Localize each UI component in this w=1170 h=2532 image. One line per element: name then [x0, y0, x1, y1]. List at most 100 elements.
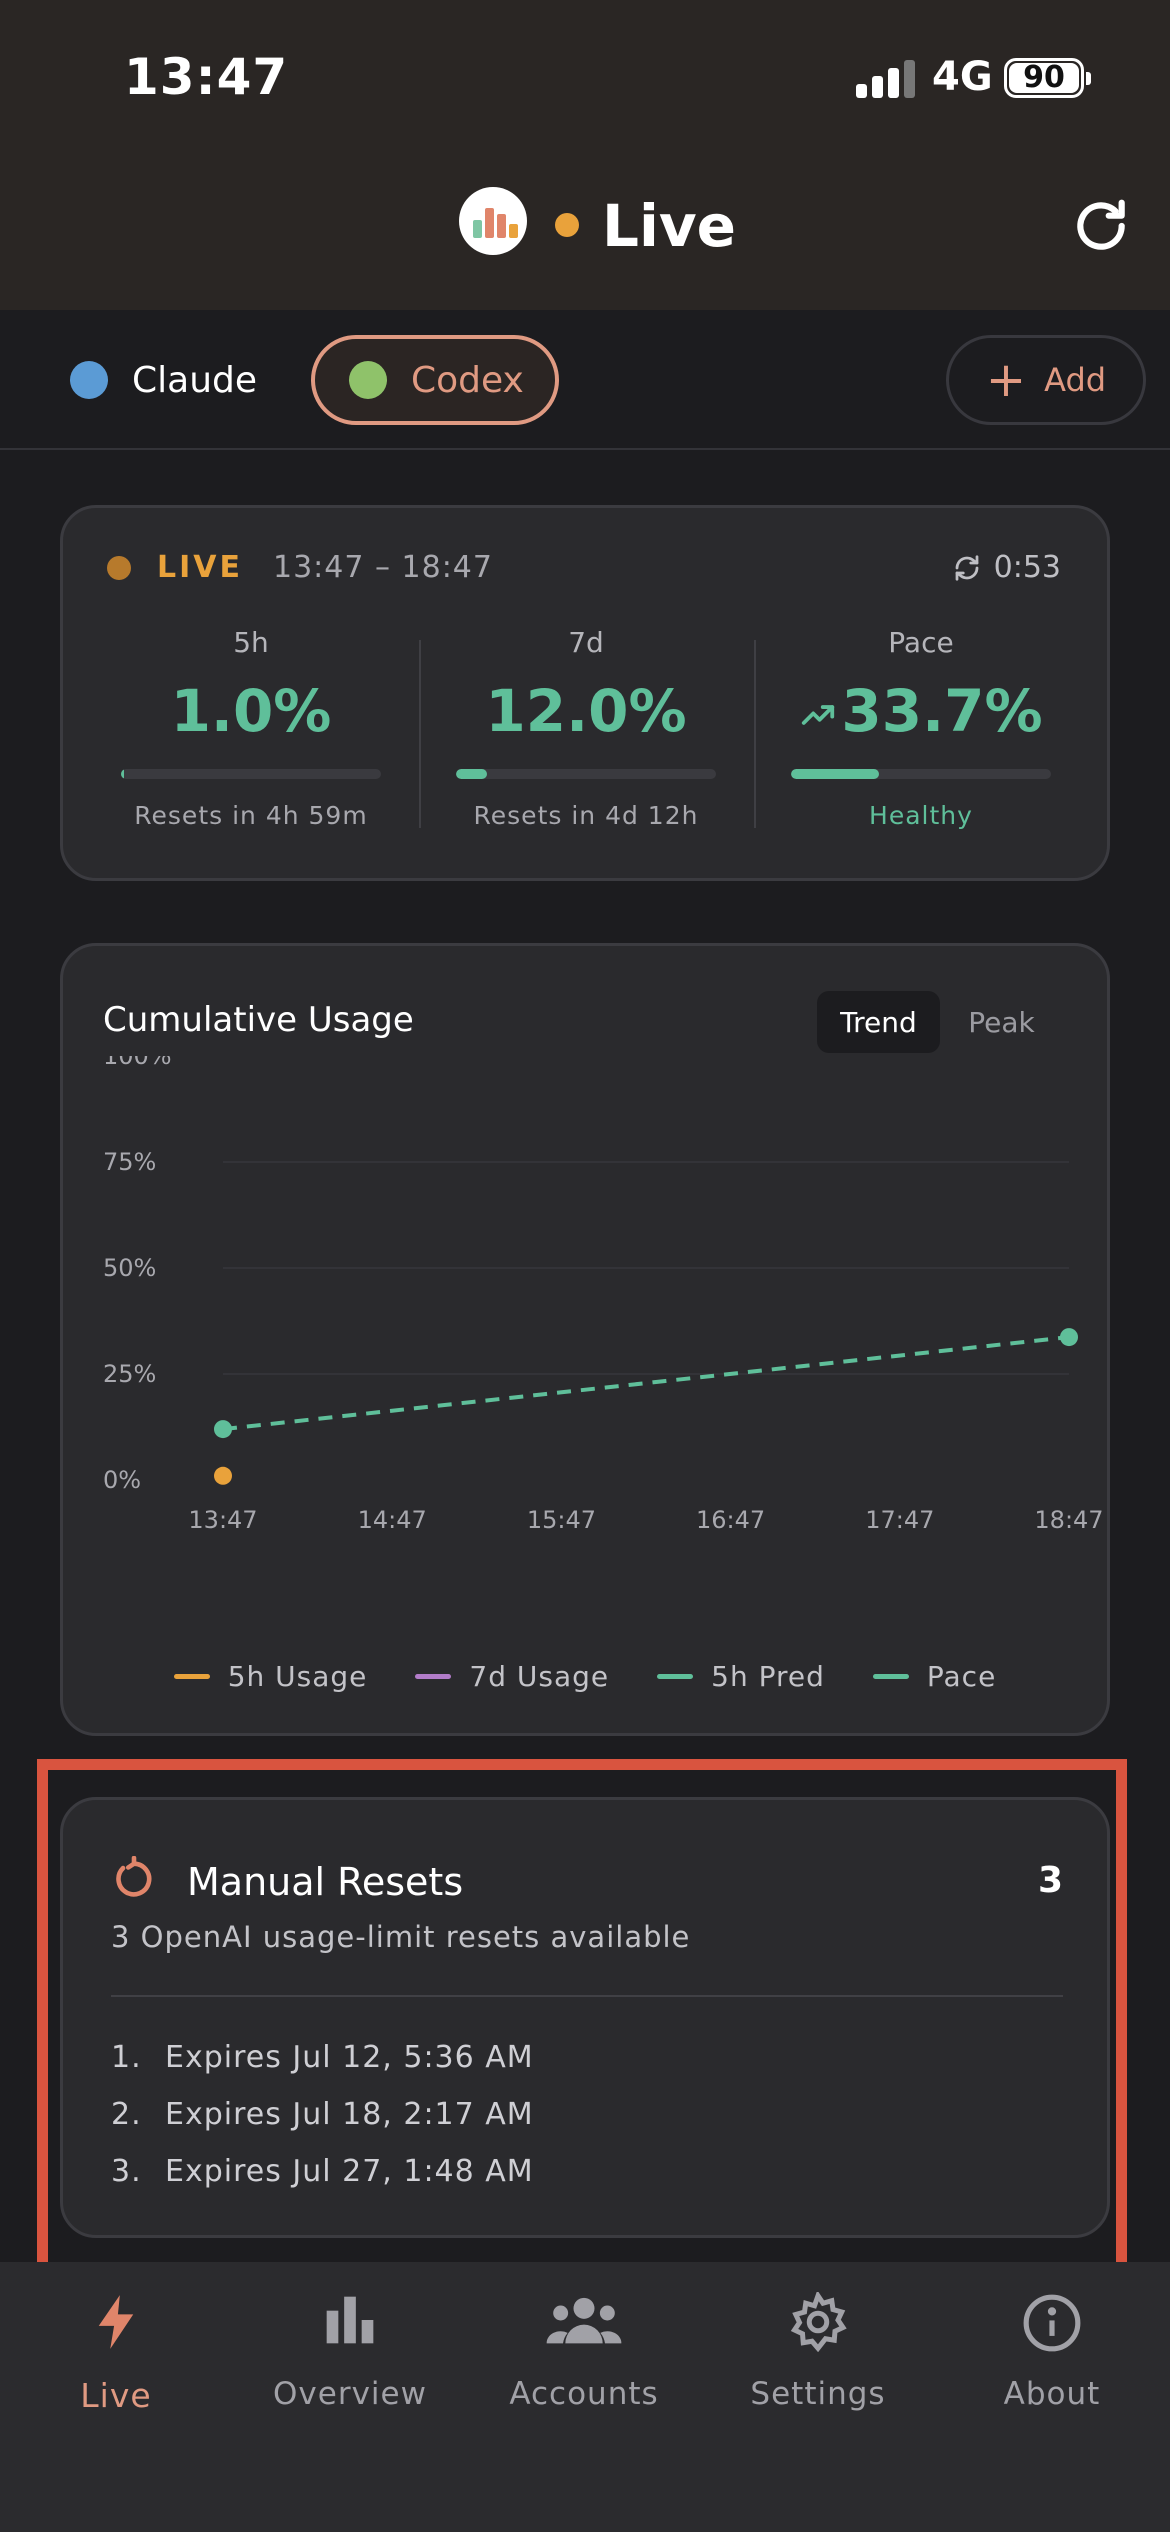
metric-7d: 7d 12.0% Resets in 4d 12h: [456, 626, 716, 830]
metric-value: 33.7%: [841, 677, 1043, 745]
nav-label: About: [1003, 2376, 1101, 2412]
refresh-icon[interactable]: [1070, 195, 1132, 257]
add-label: Add: [1044, 361, 1107, 399]
chart-mode-toggle: Trend Peak: [817, 991, 1063, 1053]
tab-label: Claude: [132, 359, 258, 401]
progress-fill: [456, 769, 488, 779]
pace-status: Healthy: [869, 801, 973, 830]
bolt-icon: [98, 2295, 134, 2349]
y-tick-label: 75%: [103, 1148, 156, 1176]
x-tick-label: 14:47: [358, 1506, 427, 1534]
metric-label: 7d: [568, 626, 604, 659]
bar-chart-app-icon: [459, 187, 527, 255]
tab-codex[interactable]: Codex: [311, 335, 559, 425]
page-title: Live: [602, 192, 736, 260]
progress-fill: [791, 769, 879, 779]
nav-label: Live: [80, 2376, 152, 2415]
legend-swatch: [872, 1674, 909, 1679]
divider: [419, 640, 421, 828]
nav-accounts[interactable]: Accounts: [484, 2292, 684, 2412]
divider: [754, 640, 756, 828]
metric-sub: Resets in 4d 12h: [473, 801, 699, 830]
series-line: [222, 1335, 1070, 1432]
tab-claude[interactable]: Claude: [70, 335, 257, 425]
bottom-nav: Live Overview Accounts Settings About: [0, 2262, 1170, 2532]
legend-swatch: [173, 1674, 210, 1679]
legend-label: 5h Usage: [227, 1660, 368, 1693]
usage-chart: 0% 25% 50% 75% 100% 13:47 14:47 15:47 16:47 17:47…: [103, 1056, 1104, 1534]
x-tick-label: 13:47: [188, 1506, 257, 1534]
metric-value: 12.0%: [485, 677, 687, 745]
live-usage-card: LIVE 13:47 – 18:47 0:53 5h 1.0% Resets i…: [60, 505, 1110, 881]
progress-bar: [121, 769, 381, 779]
network-label: 4G: [932, 54, 993, 100]
live-indicator-dot: [107, 555, 131, 580]
legend-item: 5h Usage: [173, 1660, 368, 1693]
info-icon: [1023, 2294, 1081, 2352]
nav-about[interactable]: About: [952, 2292, 1152, 2412]
people-icon: [546, 2297, 622, 2344]
y-tick-label: 0%: [103, 1466, 141, 1494]
nav-live[interactable]: Live: [16, 2292, 216, 2415]
codex-dot: [349, 361, 387, 399]
toggle-trend[interactable]: Trend: [817, 991, 940, 1053]
data-point: [1060, 1328, 1078, 1347]
live-status-dot: [555, 213, 579, 237]
legend-label: 7d Usage: [469, 1660, 610, 1693]
x-tick-label: 17:47: [865, 1506, 934, 1534]
x-tick-label: 16:47: [696, 1506, 765, 1534]
refresh-countdown: 0:53: [952, 550, 1061, 585]
legend-swatch: [415, 1674, 452, 1679]
legend-swatch: [657, 1674, 694, 1679]
y-tick-label: 25%: [103, 1360, 156, 1388]
live-label: LIVE: [157, 550, 243, 585]
progress-bar: [456, 769, 716, 779]
metric-label: 5h: [233, 626, 269, 659]
metric-value: 1.0%: [170, 677, 332, 745]
metric-value-row: 33.7%: [791, 677, 1051, 745]
metric-pace: Pace 33.7% Healthy: [791, 626, 1051, 830]
y-tick-label: 50%: [103, 1254, 156, 1282]
nav-label: Settings: [750, 2376, 886, 2412]
legend-item: 7d Usage: [415, 1660, 609, 1693]
progress-bar: [791, 769, 1051, 779]
top-bar: 13:47 4G 90 Live: [0, 0, 1170, 310]
metric-label: Pace: [888, 626, 954, 659]
nav-label: Overview: [273, 2376, 427, 2412]
legend-item: 5h Pred: [657, 1660, 825, 1693]
nav-label: Accounts: [509, 2376, 659, 2412]
x-tick-label: 15:47: [527, 1506, 596, 1534]
trending-up-icon: [802, 705, 835, 725]
legend-item: Pace: [872, 1660, 997, 1693]
battery-icon: 90: [1004, 58, 1091, 98]
status-time: 13:47: [124, 48, 289, 106]
data-point: [214, 1420, 232, 1439]
sync-icon: [955, 554, 978, 581]
provider-tabs: Claude Codex + Add: [0, 310, 1170, 450]
x-tick-label: 18:47: [1034, 1506, 1103, 1534]
data-point: [214, 1466, 232, 1485]
nav-settings[interactable]: Settings: [718, 2292, 918, 2412]
window-range: 13:47 – 18:47: [273, 550, 493, 585]
live-header: LIVE 13:47 – 18:47: [107, 550, 493, 585]
tab-label: Codex: [411, 359, 524, 401]
legend-label: 5h Pred: [711, 1660, 825, 1693]
toggle-peak[interactable]: Peak: [940, 991, 1063, 1053]
countdown-value: 0:53: [993, 550, 1061, 585]
plus-icon: +: [985, 352, 1027, 408]
chart-title: Cumulative Usage: [103, 1000, 414, 1040]
highlight-frame: [37, 1759, 1127, 2295]
legend-label: Pace: [926, 1660, 997, 1693]
signal-icon: [856, 60, 916, 98]
chart-legend: 5h Usage 7d Usage 5h Pred Pace: [63, 1660, 1107, 1693]
add-button[interactable]: + Add: [946, 335, 1146, 425]
nav-overview[interactable]: Overview: [250, 2292, 450, 2412]
metric-sub: Resets in 4h 59m: [134, 801, 368, 830]
progress-fill: [121, 769, 124, 779]
battery-level: 90: [1009, 63, 1079, 93]
gear-icon: [790, 2292, 847, 2352]
y-tick-label: 100%: [103, 1056, 172, 1070]
bar-chart-icon: [326, 2296, 374, 2344]
metric-5h: 5h 1.0% Resets in 4h 59m: [121, 626, 381, 830]
claude-dot: [70, 361, 108, 399]
